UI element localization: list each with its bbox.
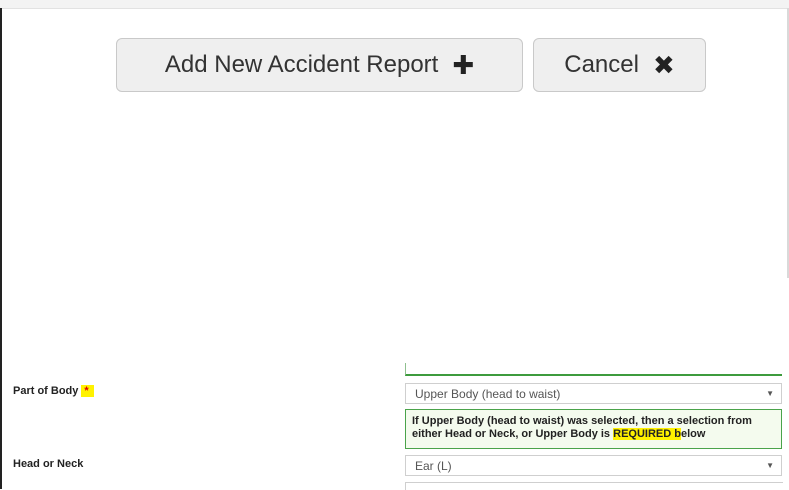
add-button-label: Add New Accident Report: [164, 51, 439, 78]
required-marker: *: [81, 385, 94, 397]
cancel-button-label: Cancel: [564, 51, 639, 78]
add-new-accident-report-button[interactable]: Add New Accident Report ✚: [116, 38, 523, 92]
head-or-neck-select[interactable]: Ear (L) ▼: [405, 455, 782, 476]
chevron-down-icon: ▼: [766, 389, 774, 398]
left-border: [0, 8, 2, 489]
required-selection-note: If Upper Body (head to waist) was select…: [405, 409, 782, 449]
part-of-body-select[interactable]: Upper Body (head to waist) ▼: [405, 383, 782, 404]
plus-icon: ✚: [452, 50, 475, 80]
part-of-body-selected-value: Upper Body (head to waist): [415, 387, 561, 401]
note-text-end: elow: [680, 428, 706, 440]
part-of-body-label-text: Part of Body: [13, 385, 79, 397]
close-icon: ✖: [652, 50, 675, 80]
chevron-down-icon: ▼: [766, 461, 774, 470]
part-of-body-label: Part of Body *: [13, 385, 94, 397]
top-divider: [2, 8, 789, 9]
head-or-neck-selected-value: Ear (L): [415, 459, 452, 473]
previous-field-edge: [405, 363, 782, 376]
top-band: [0, 0, 789, 8]
head-or-neck-label: Head or Neck: [13, 458, 84, 470]
cancel-button[interactable]: Cancel ✖: [533, 38, 706, 92]
note-highlight: REQUIRED b: [613, 428, 681, 440]
